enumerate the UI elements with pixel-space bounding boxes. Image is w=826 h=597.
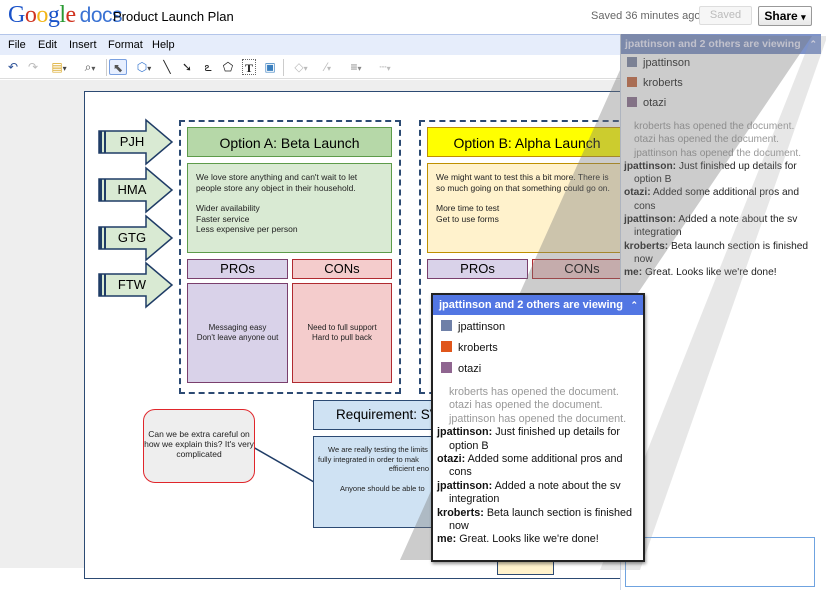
- chat-log: kroberts has opened the document. otazi …: [437, 386, 643, 547]
- chat-log: kroberts has opened the document. otazi …: [624, 120, 820, 280]
- viewer-item: kroberts: [441, 341, 498, 354]
- viewer-item: jpattinson: [441, 320, 505, 333]
- arrow-label-pjh: PJH: [119, 134, 145, 149]
- collapse-icon[interactable]: ⌃: [630, 295, 638, 315]
- option-a-pros-body[interactable]: Messaging easy Don't leave anyone out: [187, 283, 288, 383]
- arrow-label-gtg: GTG: [117, 230, 147, 245]
- option-a-cons-body[interactable]: Need to full support Hard to pull back: [292, 283, 392, 383]
- option-b-body[interactable]: We might want to test this a bit more. T…: [427, 163, 627, 253]
- chat-message: otazi: Added some additional pros and co…: [437, 453, 623, 479]
- option-a-title[interactable]: Option A: Beta Launch: [187, 127, 392, 157]
- chat-message: jpattinson: Added a note about the sv in…: [624, 214, 798, 239]
- color-swatch: [441, 362, 452, 373]
- chat-message: jpattinson: Just finished up details for…: [624, 160, 797, 186]
- hidden-shape[interactable]: [497, 560, 554, 575]
- viewer-item: otazi: [441, 362, 481, 375]
- viewer-item: kroberts: [627, 77, 683, 93]
- color-swatch: [627, 97, 637, 107]
- chat-message: kroberts: Beta launch section is finishe…: [437, 506, 633, 533]
- color-swatch: [441, 320, 452, 331]
- chat-message: me: Great. Looks like we're done!: [624, 267, 777, 279]
- option-a-body[interactable]: We love store anything and can't wait to…: [187, 163, 392, 253]
- option-b-cons-title[interactable]: CONs: [532, 259, 632, 279]
- requirement-body[interactable]: We are really testing the limits fully i…: [313, 436, 448, 528]
- color-swatch: [627, 57, 637, 67]
- arrow-label-ftw: FTW: [117, 277, 147, 292]
- comment-bubble[interactable]: Can we be extra careful on how we explai…: [143, 409, 255, 483]
- popup-viewers-header[interactable]: jpattinson and 2 others are viewing ⌃: [433, 295, 643, 315]
- chat-message: jpattinson: Just finished up details for…: [437, 426, 621, 452]
- chat-message: otazi: Added some additional pros and co…: [624, 187, 800, 212]
- viewer-item: otazi: [627, 97, 666, 113]
- magnified-chat-popup: jpattinson and 2 others are viewing ⌃ jp…: [431, 293, 645, 562]
- requirement-title[interactable]: Requirement: SV: [313, 400, 448, 430]
- option-b-pros-title[interactable]: PROs: [427, 259, 528, 279]
- chat-message: me: Great. Looks like we're done!: [437, 533, 599, 546]
- option-a-cons-title[interactable]: CONs: [292, 259, 392, 279]
- chat-input[interactable]: [625, 537, 815, 587]
- color-swatch: [627, 77, 637, 87]
- option-a-pros-title[interactable]: PROs: [187, 259, 288, 279]
- arrow-label-hma: HMA: [117, 182, 147, 197]
- color-swatch: [441, 341, 452, 352]
- collaborators-panel: jpattinson and 2 others are viewing ⌃ jp…: [620, 34, 821, 590]
- chat-message: jpattinson: Added a note about the sv in…: [437, 479, 621, 506]
- chat-message: kroberts: Beta launch section is finishe…: [624, 240, 809, 265]
- viewers-header[interactable]: jpattinson and 2 others are viewing ⌃: [621, 34, 821, 54]
- viewer-item: jpattinson: [627, 57, 690, 73]
- option-b-title[interactable]: Option B: Alpha Launch: [427, 127, 627, 157]
- collapse-icon[interactable]: ⌃: [809, 34, 817, 54]
